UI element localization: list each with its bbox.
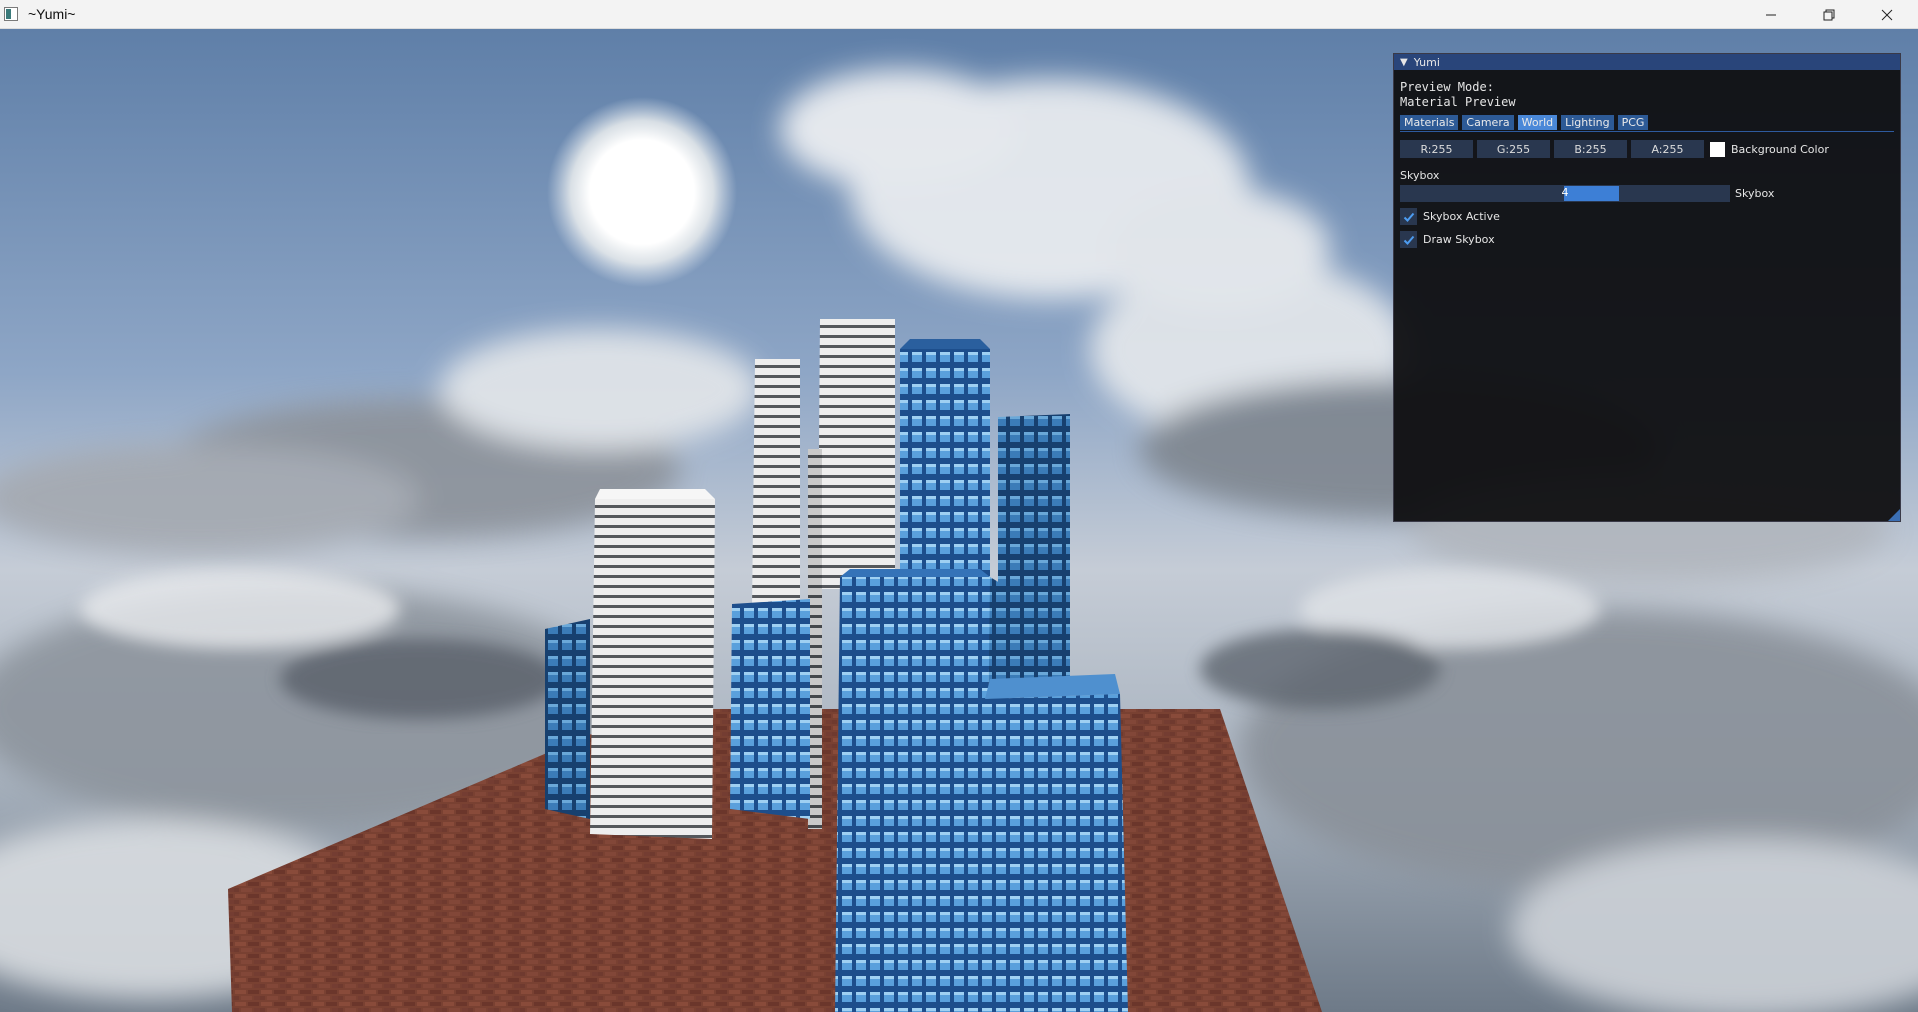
tab-camera[interactable]: Camera (1462, 115, 1514, 130)
collapse-arrow-icon[interactable]: ▼ (1400, 57, 1408, 68)
tab-world[interactable]: World (1517, 115, 1558, 130)
minimize-button[interactable] (1742, 0, 1800, 29)
panel-title: Yumi (1413, 55, 1440, 69)
background-color-label: Background Color (1731, 142, 1829, 156)
skybox-slider-label: Skybox (1735, 187, 1775, 200)
skybox-slider[interactable]: 4 (1400, 185, 1730, 202)
color-a-field[interactable]: A:255 (1631, 140, 1704, 158)
draw-skybox-label: Draw Skybox (1423, 233, 1495, 246)
app-icon (4, 7, 18, 21)
draw-skybox-row[interactable]: Draw Skybox (1400, 231, 1894, 248)
skybox-slider-value: 4 (1561, 186, 1569, 199)
checkmark-icon (1403, 212, 1414, 222)
color-r-field[interactable]: R:255 (1400, 140, 1473, 158)
close-icon (1881, 9, 1893, 20)
restore-icon (1823, 9, 1835, 20)
tab-lighting[interactable]: Lighting (1561, 115, 1614, 130)
color-b-field[interactable]: B:255 (1554, 140, 1627, 158)
skybox-active-row[interactable]: Skybox Active (1400, 208, 1894, 225)
skybox-section-header: Skybox (1400, 169, 1440, 182)
skybox-slider-row: 4 Skybox (1400, 185, 1894, 202)
minimize-icon (1766, 14, 1776, 15)
skybox-active-checkbox[interactable] (1400, 208, 1417, 225)
tab-materials[interactable]: Materials (1400, 115, 1459, 130)
draw-skybox-checkbox[interactable] (1400, 231, 1417, 248)
sun (547, 97, 737, 287)
resize-grip[interactable] (1888, 509, 1900, 521)
background-color-row: R:255 G:255 B:255 A:255 Background Color (1400, 140, 1894, 158)
preview-mode-label: Preview Mode: (1400, 80, 1494, 94)
yumi-panel: ▼ Yumi Preview Mode: Material Preview Ma… (1393, 53, 1901, 522)
window-titlebar: ~Yumi~ (0, 0, 1918, 29)
panel-tabs: Materials Camera World Lighting PCG (1400, 115, 1894, 132)
tab-pcg[interactable]: PCG (1617, 115, 1649, 130)
close-button[interactable] (1858, 0, 1916, 29)
window-title: ~Yumi~ (28, 6, 76, 22)
color-g-field[interactable]: G:255 (1477, 140, 1550, 158)
skybox-active-label: Skybox Active (1423, 210, 1500, 223)
panel-titlebar[interactable]: ▼ Yumi (1394, 54, 1900, 70)
checkmark-icon (1403, 235, 1414, 245)
background-color-swatch[interactable] (1710, 141, 1725, 157)
preview-mode-value: Material Preview (1400, 95, 1516, 109)
restore-button[interactable] (1800, 0, 1858, 29)
